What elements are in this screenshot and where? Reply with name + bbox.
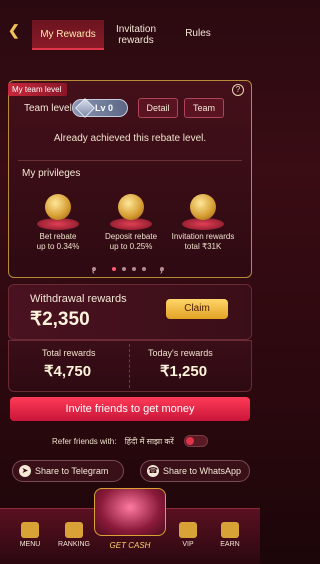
totals-divider xyxy=(129,344,130,388)
withdrawal-label: Withdrawal rewards xyxy=(30,293,127,305)
nav-ranking[interactable]: RANKING xyxy=(54,522,94,548)
carousel-pager: ‹ › xyxy=(92,265,168,276)
treasure-chest-icon[interactable] xyxy=(94,488,166,536)
team-level-label: Team level xyxy=(24,103,72,114)
privilege-line1: Bet rebate xyxy=(39,232,77,241)
team-button[interactable]: Team xyxy=(184,98,224,118)
privilege-line1: Invitation rewards xyxy=(171,232,235,241)
treasure-podium-icon xyxy=(104,190,158,230)
back-chevron-icon[interactable]: ❮ xyxy=(8,22,24,38)
hindi-share-text: हिंदी में साझा करें xyxy=(124,437,174,446)
share-telegram-label: Share to Telegram xyxy=(35,466,109,476)
prev-arrow-icon[interactable]: ‹ xyxy=(92,267,96,276)
total-rewards-value: ₹4,750 xyxy=(44,363,92,380)
divider xyxy=(18,160,242,161)
today-rewards-value: ₹1,250 xyxy=(160,363,208,380)
withdrawal-amount: ₹2,350 xyxy=(30,309,90,330)
nav-ranking-label: RANKING xyxy=(58,541,90,548)
nav-vip[interactable]: VIP xyxy=(168,522,208,548)
nav-earn[interactable]: EARN xyxy=(210,522,250,548)
nav-get-cash[interactable]: GET CASH xyxy=(96,541,164,550)
privilege-line2: up to 0.25% xyxy=(109,242,153,251)
detail-button[interactable]: Detail xyxy=(138,98,178,118)
share-whatsapp-label: Share to WhatsApp xyxy=(163,466,242,476)
level-text: Lv 0 xyxy=(95,103,114,113)
share-telegram-button[interactable]: ➤ Share to Telegram xyxy=(12,460,124,482)
privilege-deposit-rebate: Deposit rebate up to 0.25% xyxy=(96,190,166,252)
refer-text: Refer friends with: xyxy=(52,437,117,446)
level-badge: Lv 0 xyxy=(72,98,128,118)
total-rewards-label: Total rewards xyxy=(42,348,96,358)
privilege-bet-rebate: Bet rebate up to 0.34% xyxy=(23,190,93,252)
pager-dot-active[interactable] xyxy=(112,267,116,271)
claim-button[interactable]: Claim xyxy=(166,299,228,319)
pager-dot[interactable] xyxy=(122,267,126,271)
trophy-icon xyxy=(65,522,83,538)
help-icon[interactable]: ? xyxy=(232,84,244,96)
tab-my-rewards[interactable]: My Rewards xyxy=(32,20,104,50)
privilege-line2: up to 0.34% xyxy=(36,242,80,251)
share-whatsapp-button[interactable]: ☎ Share to WhatsApp xyxy=(140,460,250,482)
invite-friends-button[interactable]: Invite friends to get money xyxy=(10,397,250,421)
privilege-line1: Deposit rebate xyxy=(104,232,158,241)
whatsapp-icon: ☎ xyxy=(147,465,159,477)
handshake-podium-icon xyxy=(176,190,230,230)
telegram-icon: ➤ xyxy=(19,465,31,477)
handshake-icon xyxy=(221,522,239,538)
pager-dot[interactable] xyxy=(142,267,146,271)
diamond-icon xyxy=(75,98,95,118)
vip-crown-icon xyxy=(179,522,197,538)
hindi-share-toggle[interactable] xyxy=(184,435,208,447)
grid-icon xyxy=(21,522,39,538)
nav-earn-label: EARN xyxy=(220,541,240,548)
pager-dot[interactable] xyxy=(132,267,136,271)
tab-invitation-rewards[interactable]: Invitation rewards xyxy=(108,24,164,50)
tab-rules[interactable]: Rules xyxy=(178,28,218,54)
nav-vip-label: VIP xyxy=(182,541,194,548)
team-level-tag: My team level xyxy=(8,83,68,96)
nav-menu[interactable]: MENU xyxy=(10,522,50,548)
rebate-status-text: Already achieved this rebate level. xyxy=(53,133,207,144)
refer-label: Refer friends with: हिंदी में साझा करें xyxy=(52,436,174,447)
privilege-line2: total ₹31K xyxy=(184,242,222,251)
privileges-title: My privileges xyxy=(22,168,81,179)
top-bar: ❮ My Rewards Invitation rewards Rules xyxy=(0,0,260,50)
coins-podium-icon xyxy=(31,190,85,230)
next-arrow-icon[interactable]: › xyxy=(160,267,164,276)
nav-menu-label: MENU xyxy=(19,541,41,548)
today-rewards-label: Today's rewards xyxy=(148,348,213,358)
privilege-invitation-rewards: Invitation rewards total ₹31K xyxy=(168,190,238,252)
